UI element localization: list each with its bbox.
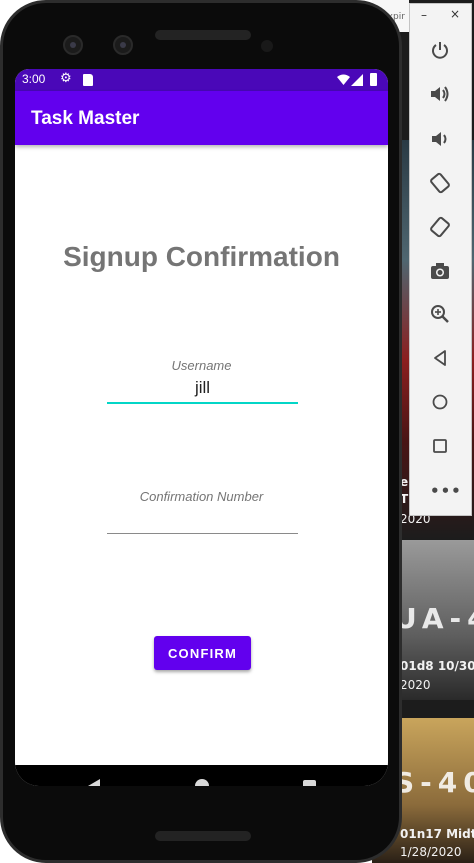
sd-card-icon bbox=[83, 74, 93, 86]
nav-recents-icon[interactable] bbox=[303, 780, 316, 786]
more-icon[interactable]: ••• bbox=[430, 482, 462, 500]
confirmation-number-input[interactable] bbox=[107, 509, 298, 533]
back-icon[interactable] bbox=[428, 346, 452, 370]
power-icon[interactable] bbox=[428, 38, 452, 62]
confirmation-number-underline bbox=[107, 533, 298, 534]
front-camera-icon bbox=[63, 35, 83, 55]
nav-home-icon[interactable] bbox=[195, 779, 209, 786]
confirm-button[interactable]: CONFIRM bbox=[154, 636, 251, 670]
phone-frame: 3:00 ⚙ Task Master Signup Confirmation U… bbox=[0, 0, 402, 863]
signal-icon bbox=[351, 74, 363, 86]
battery-icon bbox=[370, 73, 377, 86]
volume-up-icon[interactable] bbox=[428, 82, 452, 106]
settings-gear-icon: ⚙ bbox=[60, 71, 72, 86]
rotate-right-icon[interactable] bbox=[428, 215, 452, 239]
close-button[interactable]: × bbox=[450, 7, 460, 21]
volume-down-icon[interactable] bbox=[428, 127, 452, 151]
confirmation-number-label: Confirmation Number bbox=[139, 489, 264, 504]
minimize-button[interactable]: – bbox=[421, 8, 427, 22]
proximity-sensor bbox=[261, 40, 273, 52]
overview-icon[interactable] bbox=[428, 434, 452, 458]
emulator-toolbar: – × ••• bbox=[409, 3, 472, 516]
home-icon[interactable] bbox=[428, 390, 452, 414]
app-bar: Task Master bbox=[15, 91, 388, 145]
rotate-left-icon[interactable] bbox=[428, 171, 452, 195]
username-underline bbox=[107, 402, 298, 404]
nav-back-icon[interactable] bbox=[88, 779, 100, 786]
tile-3-date: 1/28/2020 bbox=[400, 845, 462, 859]
username-label: Username bbox=[171, 358, 232, 373]
camera-icon[interactable] bbox=[428, 259, 452, 283]
navigation-bar bbox=[15, 765, 388, 786]
page-title: Signup Confirmation bbox=[63, 241, 340, 272]
front-camera-2-icon bbox=[113, 35, 133, 55]
tile-3-big-text: S-40 bbox=[394, 766, 474, 799]
tile-2-date: 2020 bbox=[400, 678, 431, 692]
top-speaker bbox=[155, 30, 251, 40]
tile-3-caption: 01n17 Midterr bbox=[400, 827, 474, 841]
app-title: Task Master bbox=[31, 108, 140, 129]
wifi-icon bbox=[337, 74, 350, 85]
device-screen: 3:00 ⚙ Task Master Signup Confirmation U… bbox=[15, 69, 388, 786]
status-time: 3:00 bbox=[22, 72, 46, 86]
tile-2-big-text: UA-40 bbox=[394, 602, 474, 635]
username-input[interactable]: jill bbox=[107, 378, 298, 398]
status-bar: 3:00 ⚙ bbox=[15, 69, 388, 91]
zoom-icon[interactable] bbox=[428, 302, 452, 326]
tile-2-caption: 01d8 10/30 bbox=[400, 659, 474, 673]
bottom-speaker bbox=[155, 831, 251, 841]
